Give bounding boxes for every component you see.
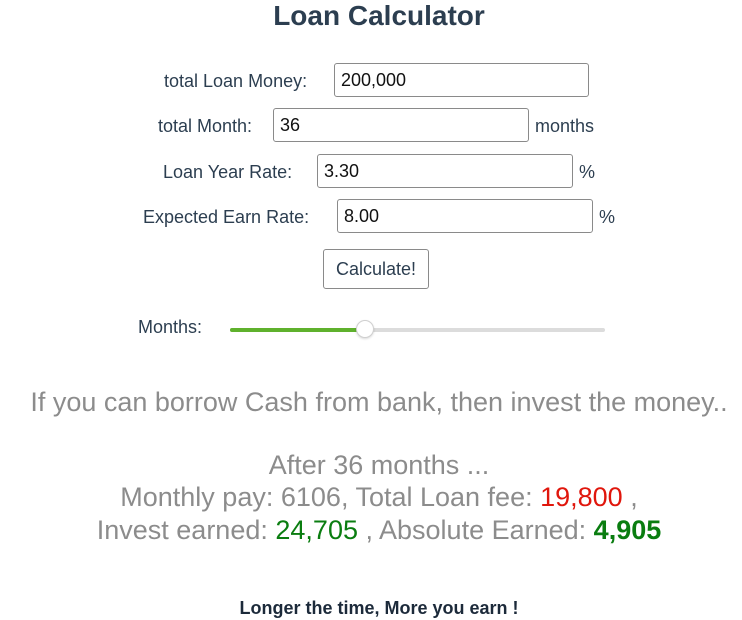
monthly-pay-label: Monthly pay: (120, 482, 274, 512)
earn-rate-label: Expected Earn Rate: (143, 207, 310, 227)
months-slider-fill (230, 328, 365, 332)
loan-money-label: total Loan Money: (164, 71, 308, 91)
absolute-earned-label: , Absolute Earned: (365, 515, 587, 545)
loan-money-input[interactable] (334, 63, 589, 97)
earn-rate-percent-unit: % (599, 207, 616, 227)
invest-earned-value: 24,705 (275, 515, 358, 545)
monthly-pay-line: Monthly pay: 6106, Total Loan fee: 19,80… (0, 481, 742, 513)
months-slider-label: Months: (138, 317, 203, 337)
page-title: Loan Calculator (273, 0, 485, 31)
footer-tagline: Longer the time, More you earn ! (239, 598, 519, 618)
trailing-comma: , (630, 482, 638, 512)
invest-earned-line: Invest earned: 24,705 , Absolute Earned:… (0, 514, 742, 546)
months-unit: months (535, 116, 595, 136)
loan-rate-label: Loan Year Rate: (163, 162, 293, 182)
calculate-button[interactable]: Calculate! (323, 249, 429, 289)
months-slider-thumb[interactable] (356, 320, 374, 338)
absolute-earned-value: 4,905 (593, 515, 662, 545)
monthly-pay-value: 6106 (280, 482, 341, 512)
total-loan-fee-label: , Total Loan fee: (340, 482, 533, 512)
earn-rate-input[interactable] (337, 199, 593, 233)
total-month-label: total Month: (158, 116, 253, 136)
earn-rate-row: Expected Earn Rate: % (0, 199, 742, 235)
loan-rate-input[interactable] (317, 154, 573, 188)
loan-money-row: total Loan Money: (0, 63, 742, 99)
loan-rate-row: Loan Year Rate: % (0, 154, 742, 190)
intro-text: If you can borrow Cash from bank, then i… (30, 387, 728, 417)
after-months-text: After 36 months ... (268, 450, 490, 480)
invest-earned-label: Invest earned: (96, 515, 268, 545)
total-loan-fee-value: 19,800 (540, 482, 623, 512)
total-month-input[interactable] (273, 108, 529, 142)
months-slider[interactable] (230, 320, 605, 338)
loan-rate-percent-unit: % (579, 162, 596, 182)
total-month-row: total Month: months (0, 108, 742, 144)
